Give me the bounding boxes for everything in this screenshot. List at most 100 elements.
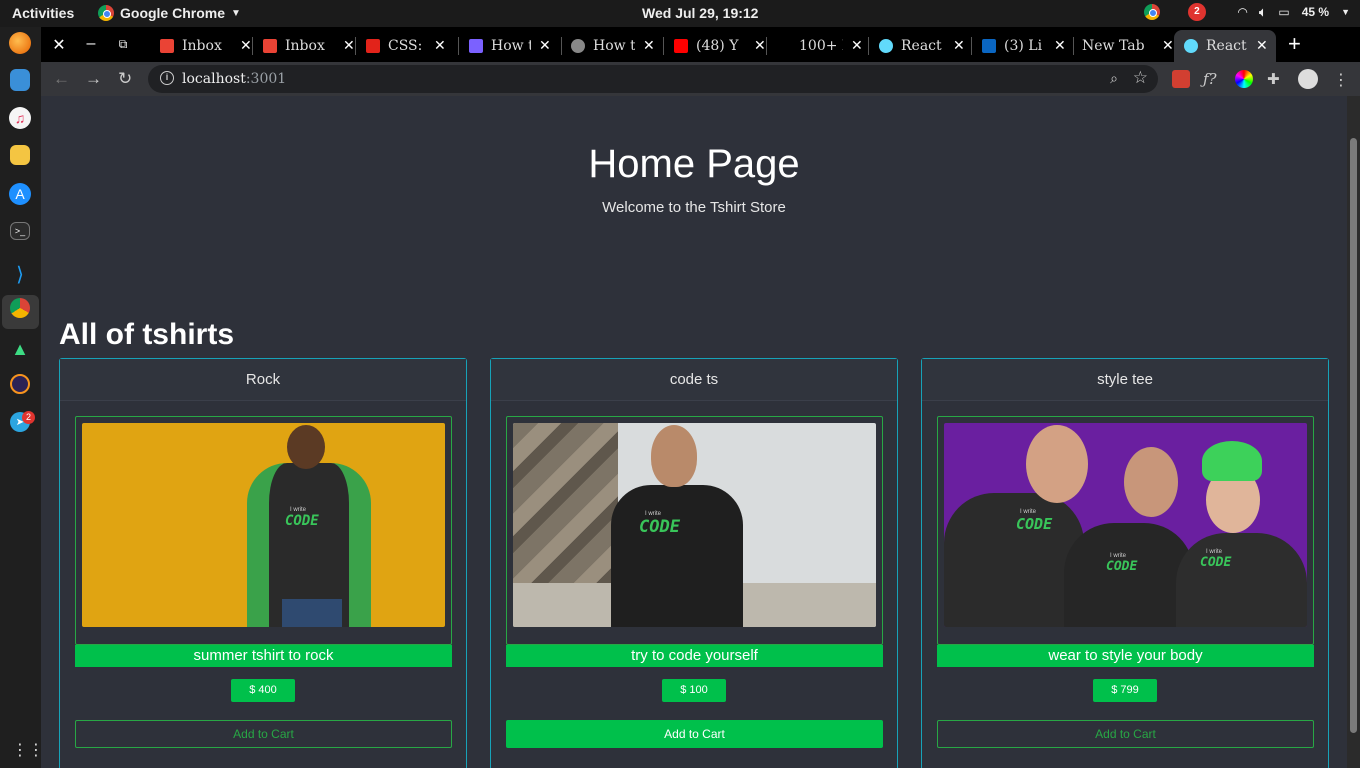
system-tray[interactable]: 2 ◠ 🔈︎ ▭ 45 % ▼ (1143, 3, 1350, 21)
telegram-badge: 2 (22, 411, 35, 424)
android-studio-icon[interactable]: ▲ (6, 335, 34, 363)
scrollbar-thumb[interactable] (1350, 138, 1357, 733)
model-head-middle (1124, 447, 1178, 517)
tab[interactable]: CSS: 2 ✕ (366, 30, 446, 62)
tab[interactable]: (3) Li ✕ (982, 30, 1066, 62)
vscode-icon[interactable]: ⟩ (6, 260, 34, 288)
model-figure (611, 485, 743, 627)
tshirt-print-large: CODE (285, 513, 319, 529)
minimize-icon[interactable]: – (82, 35, 100, 53)
show-apps-icon[interactable]: ⋮⋮⋮ (12, 740, 60, 759)
color-picker-icon[interactable] (1235, 70, 1253, 88)
page-subtitle: Welcome to the Tshirt Store (602, 199, 786, 216)
tab[interactable]: 100+ I ✕ (777, 30, 863, 62)
product-card: code ts I write CODE try to code yoursel… (490, 358, 898, 768)
tab-close-icon[interactable]: ✕ (343, 38, 355, 54)
tab[interactable]: How to ✕ (469, 30, 551, 62)
model-head-left (1026, 425, 1088, 503)
clock[interactable]: Wed Jul 29, 19:12 (642, 5, 758, 21)
tab-close-icon[interactable]: ✕ (434, 38, 446, 54)
app-store-icon[interactable]: A (9, 183, 31, 205)
zoom-icon[interactable]: ⌕ (1110, 70, 1118, 87)
tab[interactable]: Inbox ✕ (263, 30, 355, 62)
tab-close-icon[interactable]: ✕ (754, 38, 766, 54)
tab-close-icon[interactable]: ✕ (851, 38, 863, 54)
files-icon[interactable] (10, 69, 30, 91)
chrome-dock-icon[interactable] (10, 298, 30, 318)
extension-icon[interactable] (1172, 70, 1190, 88)
product-image-frame: I write CODE (75, 416, 452, 645)
forward-icon[interactable]: → (85, 69, 102, 89)
model-figure-left (944, 493, 1084, 627)
close-window-icon[interactable]: ✕ (50, 35, 68, 55)
browser-toolbar: ← → ↻ i localhost:3001 ⌕ ☆ ƒ? ✚ ⋮ (41, 62, 1360, 96)
youtube-icon (674, 39, 688, 53)
tshirt-print-large: CODE (1106, 559, 1138, 574)
product-image-frame: I write CODE I write CODE I write CODE (937, 416, 1314, 645)
new-tab-icon[interactable]: + (1288, 31, 1301, 57)
tab[interactable]: React ✕ (879, 30, 965, 62)
tab-title: (48) Y (696, 38, 739, 54)
url-text[interactable]: localhost:3001 (182, 71, 286, 87)
page-title: Home Page (588, 142, 800, 186)
react-icon (879, 39, 893, 53)
chevron-down-icon[interactable]: ▼ (1341, 7, 1350, 17)
add-to-cart-button[interactable]: Add to Cart (937, 720, 1314, 748)
tab-close-icon[interactable]: ✕ (953, 38, 965, 54)
wifi-icon[interactable]: ◠ (1238, 5, 1247, 19)
volume-icon[interactable]: 🔈︎ (1259, 5, 1266, 20)
reload-icon[interactable]: ↻ (118, 69, 132, 89)
tab-active[interactable]: React ✕ (1174, 30, 1276, 62)
app-menu-label: Google Chrome (120, 5, 226, 21)
activities-button[interactable]: Activities (12, 5, 74, 21)
firefox-icon[interactable] (9, 32, 31, 54)
google-assistant-icon[interactable] (1143, 4, 1160, 20)
music-icon[interactable]: ♫ (9, 107, 31, 129)
tab[interactable]: Inbox ✕ (160, 30, 252, 62)
tab[interactable]: New Tab ✕ (1082, 30, 1174, 62)
eclipse-icon[interactable] (10, 374, 30, 394)
menu-icon[interactable]: ⋮ (1333, 70, 1351, 89)
chevron-down-icon: ▼ (231, 7, 241, 19)
page-scrollbar[interactable] (1347, 96, 1360, 768)
add-to-cart-button[interactable]: Add to Cart (506, 720, 883, 748)
tab-close-icon[interactable]: ✕ (240, 38, 252, 54)
product-image: I write CODE (82, 423, 445, 627)
tab-close-icon[interactable]: ✕ (1256, 38, 1268, 54)
model-jeans (282, 599, 342, 627)
tab[interactable]: (48) Y ✕ (674, 30, 766, 62)
tab-title: New Tab (1082, 38, 1145, 54)
add-to-cart-button[interactable]: Add to Cart (75, 720, 452, 748)
tab[interactable]: How to ✕ (571, 30, 655, 62)
site-icon (571, 39, 585, 53)
info-icon[interactable]: i (160, 71, 174, 85)
tab-title: CSS: 2 (388, 38, 426, 54)
back-icon[interactable]: ← (53, 69, 70, 89)
battery-icon[interactable]: ▭ (1278, 5, 1289, 19)
product-image: I write CODE I write CODE I write CODE (944, 423, 1307, 627)
model-figure-right (1176, 533, 1307, 627)
avatar[interactable] (1298, 69, 1318, 89)
formula-extension-icon[interactable]: ƒ? (1203, 70, 1221, 88)
address-bar[interactable]: i localhost:3001 ⌕ ☆ (148, 65, 1158, 93)
tab-title: React (1206, 38, 1247, 54)
terminal-icon[interactable]: >_ (10, 222, 30, 240)
tab-close-icon[interactable]: ✕ (643, 38, 655, 54)
tab-close-icon[interactable]: ✕ (539, 38, 551, 54)
url-host: localhost (182, 71, 246, 87)
tab-close-icon[interactable]: ✕ (1054, 38, 1066, 54)
tshirt-print-large: CODE (639, 517, 680, 537)
green-beanie (1202, 441, 1262, 481)
app-menu[interactable]: Google Chrome ▼ (98, 5, 241, 21)
react-icon (1184, 39, 1198, 53)
bookmark-star-icon[interactable]: ☆ (1133, 68, 1148, 88)
presentation-icon[interactable] (10, 145, 30, 165)
puzzle-icon[interactable]: ✚ (1267, 70, 1285, 88)
gmail-icon (263, 39, 277, 53)
tab-close-icon[interactable]: ✕ (1162, 38, 1174, 54)
tshirt-print-large: CODE (1200, 555, 1232, 570)
tab-title: How to (593, 38, 635, 54)
notification-badge[interactable]: 2 (1187, 3, 1206, 21)
model-head (651, 425, 697, 487)
restore-icon[interactable]: ⧉ (114, 37, 132, 52)
